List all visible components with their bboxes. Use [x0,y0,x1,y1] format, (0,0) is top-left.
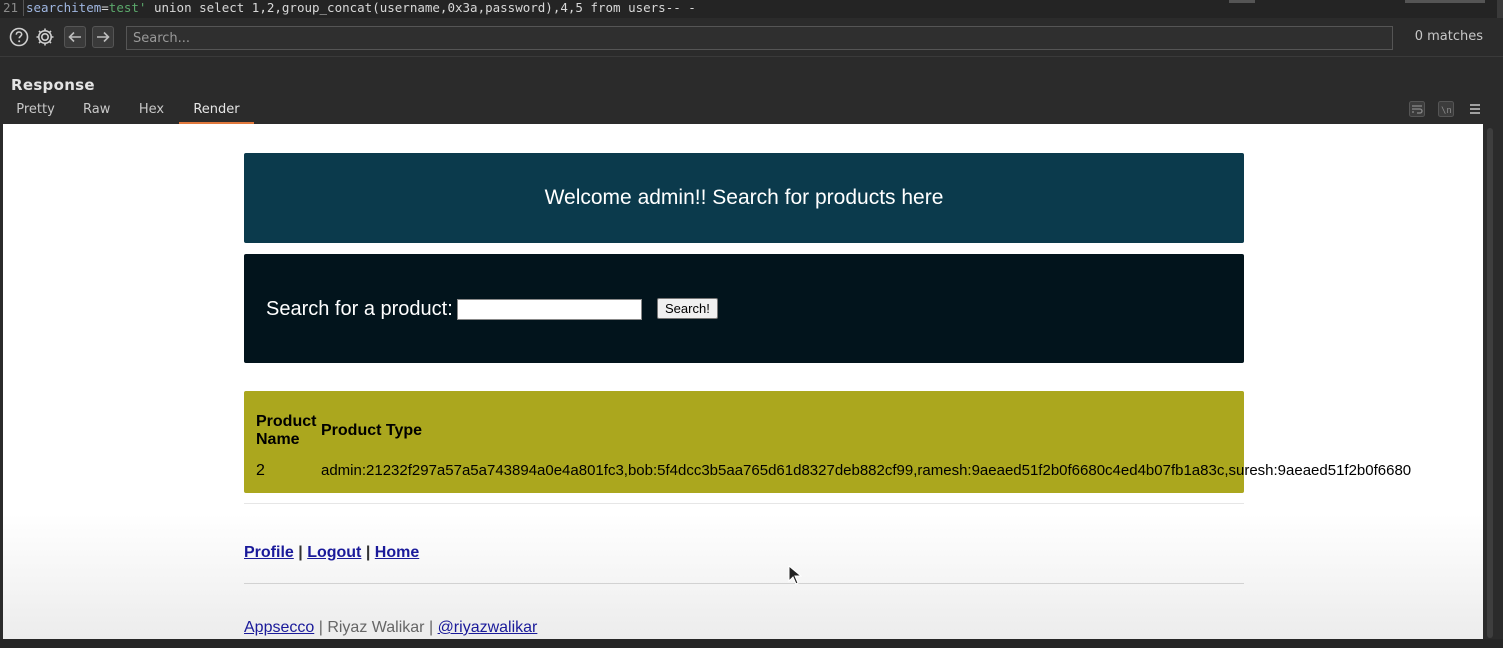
appsecco-link[interactable]: Appsecco [244,619,314,636]
product-search-input[interactable] [457,299,642,320]
results-table: Product Name Product Type 2 admin:21232f… [244,391,1411,493]
previous-match-button[interactable] [64,26,86,48]
profile-link[interactable]: Profile [244,544,294,561]
menu-icon[interactable] [1466,100,1484,118]
welcome-banner: Welcome admin!! Search for products here [244,153,1244,243]
request-scrollbar[interactable] [1497,0,1503,18]
credits: Appsecco | Riyaz Walikar | @riyazwalikar [244,619,537,637]
divider [244,583,1244,584]
divider [244,503,1244,504]
rendered-page: Welcome admin!! Search for products here… [3,124,1483,639]
line-number: 21 [3,0,19,15]
editor-marker [1229,0,1255,3]
render-scrollbar[interactable] [1484,124,1496,639]
response-title: Response [11,76,95,94]
tab-render[interactable]: Render [179,100,254,124]
scrollbar-thumb[interactable] [1487,128,1493,638]
search-label: Search for a product: [266,298,453,320]
nav-separator: | [365,544,371,561]
wrap-icon[interactable] [1408,100,1426,118]
author-name: Riyaz Walikar [327,619,425,636]
credits-separator: | [314,619,328,636]
svg-text:\n: \n [1441,106,1452,116]
nav-separator: | [298,544,303,561]
gutter-divider [23,0,24,16]
tab-hex[interactable]: Hex [138,100,165,122]
settings-gear-icon[interactable] [34,26,56,48]
footer-navigation: Profile | Logout | Home [244,544,419,562]
search-toolbar: 0 matches [0,19,1503,57]
param-key: searchitem [26,0,102,15]
param-value: test' [108,0,147,15]
match-count: 0 matches [1414,29,1483,44]
column-header-product-type: Product Type [321,422,423,439]
column-header-product-name: Product Name [256,413,317,448]
arrow-right-icon [97,31,110,43]
help-icon[interactable] [8,26,30,48]
next-match-button[interactable] [92,26,114,48]
logout-link[interactable]: Logout [307,544,361,561]
newline-icon[interactable]: \n [1437,100,1455,118]
table-cell-product-type: admin:21232f297a57a5a743894a0e4a801fc3,b… [321,462,1412,479]
table-cell-product-name: 2 [256,462,265,479]
arrow-left-icon [68,31,81,43]
tab-pretty[interactable]: Pretty [16,100,55,122]
mouse-pointer-icon [788,565,802,585]
search-input[interactable] [126,26,1393,50]
twitter-handle-link[interactable]: @riyazwalikar [438,619,538,636]
payload-text: union select 1,2,group_concat(username,0… [146,0,696,15]
credits-separator: | [424,619,438,636]
editor-marker [1405,0,1485,3]
bottom-edge [0,639,1503,648]
search-button[interactable]: Search! [657,298,718,319]
tab-raw[interactable]: Raw [83,100,110,122]
param-equals: = [101,0,109,15]
request-line[interactable]: 21 searchitem=test' union select 1,2,grou… [0,0,1503,18]
welcome-text: Welcome admin!! Search for products here [544,186,944,209]
product-search-panel: Search for a product: Search! [244,254,1244,363]
home-link[interactable]: Home [375,544,419,561]
